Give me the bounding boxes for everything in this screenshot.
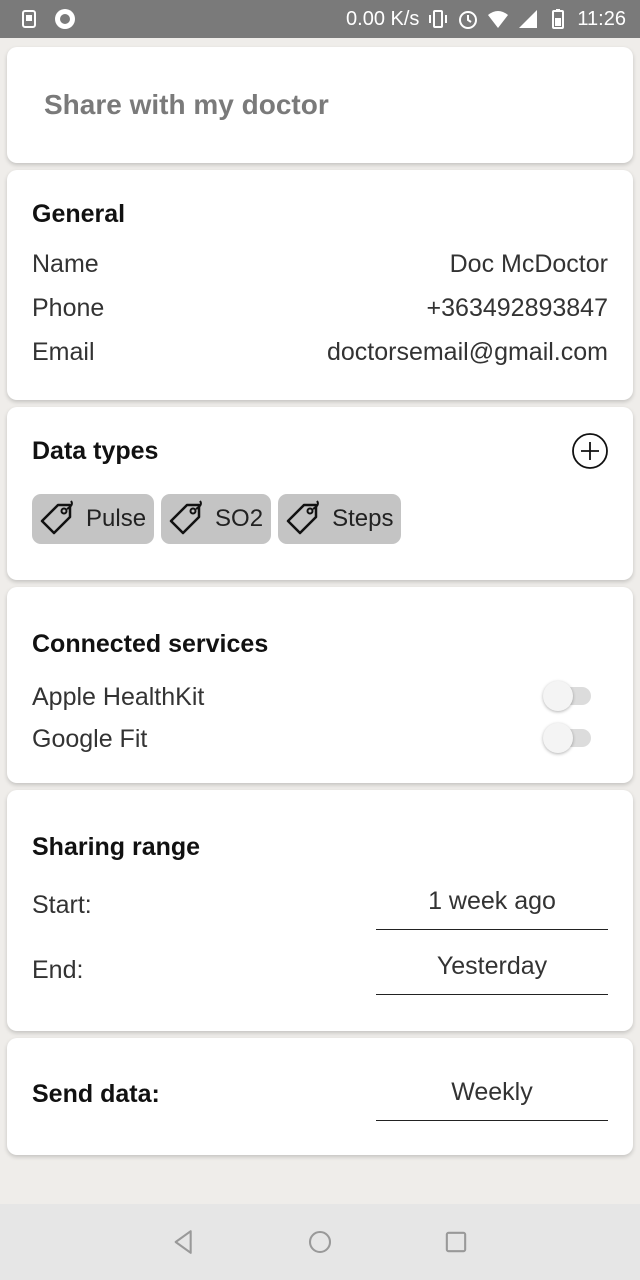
toggle-knob [543, 723, 573, 753]
start-date-field[interactable]: 1 week ago [376, 886, 608, 930]
name-label: Name [32, 250, 99, 278]
chip-label: SO2 [215, 505, 264, 532]
sharing-range-card: Sharing range Start: 1 week ago End: Yes… [7, 790, 633, 1031]
start-label: Start: [32, 891, 92, 919]
data-type-chips: Pulse SO2 Steps [32, 494, 402, 544]
general-title: General [32, 200, 126, 228]
add-circle-icon [572, 433, 608, 469]
home-icon [308, 1230, 332, 1254]
chip-steps[interactable]: Steps [278, 494, 402, 544]
send-frequency-field[interactable]: Weekly [376, 1077, 608, 1121]
signal-icon [517, 8, 539, 30]
chip-so2[interactable]: SO2 [161, 494, 272, 544]
services-title: Connected services [32, 630, 269, 658]
clock: 11:26 [577, 7, 626, 30]
google-fit-toggle[interactable] [543, 718, 591, 758]
sharing-range-title: Sharing range [32, 833, 201, 861]
battery-icon [547, 8, 569, 30]
recents-icon [445, 1231, 467, 1253]
notification-icon [18, 8, 40, 30]
email-label: Email [32, 338, 95, 366]
vibrate-icon [427, 8, 449, 30]
back-icon [174, 1230, 192, 1254]
end-label: End: [32, 956, 84, 984]
email-value: doctorsemail@gmail.com [326, 338, 608, 366]
service-label-google-fit: Google Fit [32, 725, 148, 753]
data-types-card: Data types Pulse SO2 Steps [7, 407, 633, 580]
send-data-card: Send data: Weekly [7, 1038, 633, 1155]
apple-healthkit-toggle[interactable] [543, 676, 591, 716]
general-card: General Name Doc McDoctor Phone +3634928… [7, 170, 633, 400]
status-bar: 0.00 K/s 11:26 [0, 0, 640, 38]
recents-button[interactable] [438, 1224, 474, 1260]
service-label-apple-healthkit: Apple HealthKit [32, 683, 205, 711]
navigation-bar [0, 1204, 640, 1280]
chip-label: Pulse [86, 505, 147, 532]
page-title: Share with my doctor [44, 89, 329, 120]
alarm-icon [457, 8, 479, 30]
network-speed: 0.00 K/s [346, 7, 420, 30]
chip-pulse[interactable]: Pulse [32, 494, 155, 544]
chip-label: Steps [332, 505, 394, 532]
phone-value: +363492893847 [426, 294, 608, 322]
send-data-label: Send data: [32, 1080, 160, 1108]
phone-label: Phone [32, 294, 105, 322]
home-button[interactable] [302, 1224, 338, 1260]
tag-icon [284, 499, 324, 539]
end-date-field[interactable]: Yesterday [376, 951, 608, 995]
header-card: Share with my doctor [7, 47, 633, 163]
tag-icon [167, 499, 207, 539]
data-types-title: Data types [32, 437, 159, 465]
tag-icon [38, 499, 78, 539]
connected-services-card: Connected services Apple HealthKit Googl… [7, 587, 633, 783]
wifi-icon [487, 8, 509, 30]
name-value: Doc McDoctor [449, 250, 608, 278]
back-button[interactable] [166, 1224, 202, 1260]
toggle-knob [543, 681, 573, 711]
add-data-type-button[interactable] [572, 433, 608, 469]
record-icon [54, 8, 76, 30]
